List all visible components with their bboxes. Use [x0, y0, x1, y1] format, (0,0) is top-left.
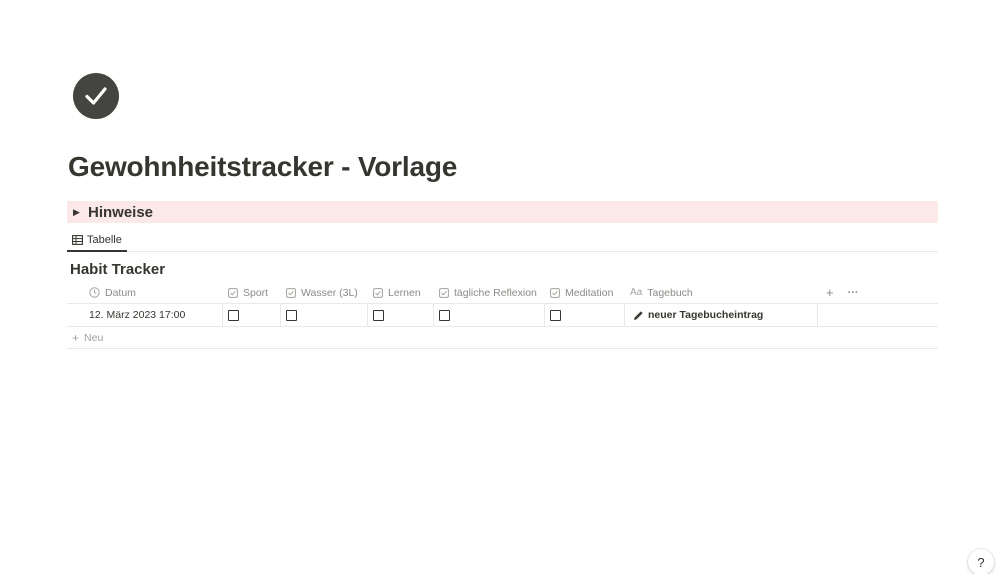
table-row[interactable]: 12. März 2023 17:00 neuer Tagebucheintra… — [67, 304, 938, 327]
sport-checkbox[interactable] — [228, 309, 239, 321]
checkbox-property-icon — [550, 287, 560, 298]
checkbox-property-icon — [286, 287, 296, 298]
pencil-icon — [634, 310, 643, 320]
toggle-triangle-icon[interactable]: ▶ — [73, 207, 83, 218]
column-header-wasser[interactable]: Wasser (3L) — [281, 282, 368, 303]
cell-wasser[interactable] — [281, 304, 368, 326]
page-title[interactable]: Gewohnheitstracker - Vorlage — [68, 151, 457, 183]
column-header-datum[interactable]: Datum — [67, 282, 223, 303]
text-property-icon: Aa — [630, 287, 643, 298]
wasser-checkbox[interactable] — [286, 309, 297, 321]
cell-meditation[interactable] — [545, 304, 625, 326]
tab-tabelle[interactable]: Tabelle — [67, 229, 127, 252]
database-title[interactable]: Habit Tracker — [70, 261, 165, 278]
view-bar: Tabelle — [67, 229, 938, 252]
column-header-tagebuch[interactable]: Aa Tagebuch — [625, 282, 818, 303]
column-header-lernen[interactable]: Lernen — [368, 282, 434, 303]
column-header-reflexion[interactable]: tägliche Reflexion — [434, 282, 545, 303]
cell-sport[interactable] — [223, 304, 281, 326]
column-header-meditation[interactable]: Meditation — [545, 282, 625, 303]
hinweise-toggle[interactable]: ▶ Hinweise — [67, 201, 938, 223]
more-options-button[interactable]: ··· — [848, 287, 859, 299]
add-column-button[interactable]: + — [826, 285, 834, 300]
cell-reflexion[interactable] — [434, 304, 545, 326]
cell-tagebuch[interactable]: neuer Tagebucheintrag — [625, 304, 818, 326]
meditation-checkbox[interactable] — [550, 309, 561, 321]
reflexion-checkbox[interactable] — [439, 309, 450, 321]
table-icon — [72, 234, 83, 245]
column-header-sport[interactable]: Sport — [223, 282, 281, 303]
plus-icon: + — [72, 330, 80, 345]
cell-datum[interactable]: 12. März 2023 17:00 — [67, 304, 223, 326]
checkmark-circle-icon[interactable] — [73, 73, 119, 119]
hinweise-label: Hinweise — [88, 203, 154, 221]
table-header: Datum Sport Wasser (3L) Lernen tägliche … — [67, 282, 938, 304]
checkbox-property-icon — [228, 287, 238, 298]
checkbox-property-icon — [439, 287, 449, 298]
tagebuch-entry-link[interactable]: neuer Tagebucheintrag — [648, 309, 763, 321]
cell-empty — [818, 304, 938, 326]
tab-tabelle-label: Tabelle — [87, 233, 122, 246]
help-button[interactable]: ? — [968, 549, 994, 574]
lernen-checkbox[interactable] — [373, 309, 384, 321]
new-row-label: Neu — [84, 331, 104, 344]
checkbox-property-icon — [373, 287, 383, 298]
header-actions: + ··· — [818, 282, 938, 303]
habit-table: Datum Sport Wasser (3L) Lernen tägliche … — [67, 282, 938, 349]
cell-lernen[interactable] — [368, 304, 434, 326]
new-row-button[interactable]: + Neu — [67, 327, 938, 349]
clock-icon — [89, 287, 100, 298]
